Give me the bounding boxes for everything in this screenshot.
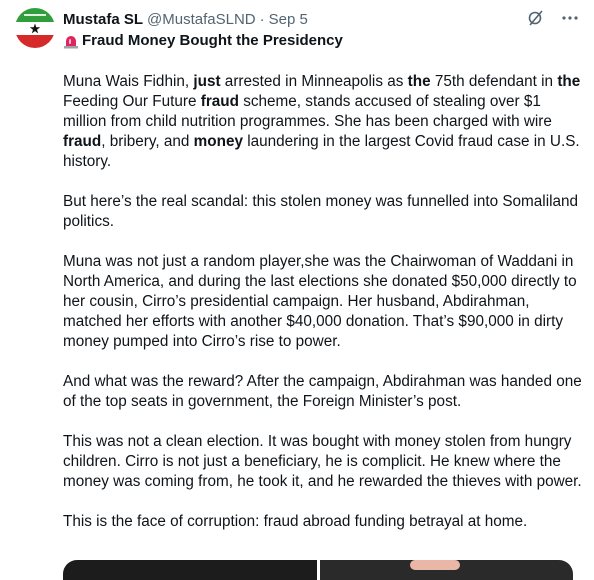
tweet[interactable]: Mustafa SL @MustafaSLND · Sep 5 Fraud Mo… [0, 0, 594, 580]
tweet-paragraph: And what was the reward? After the campa… [63, 372, 583, 412]
bold-text: fraud [200, 93, 239, 110]
text-segment: And what was the reward? After the campa… [63, 373, 582, 410]
author-name[interactable]: Mustafa SL [63, 11, 143, 28]
media-image-left[interactable] [63, 560, 317, 580]
author-handle[interactable]: @MustafaSLND [147, 11, 256, 28]
tweet-header: Mustafa SL @MustafaSLND · Sep 5 [63, 8, 580, 30]
text-segment: But here’s the real scandal: this stolen… [63, 193, 579, 230]
tweet-paragraph: Muna was not just a random player,she wa… [63, 252, 583, 352]
text-segment: , bribery, and [101, 133, 194, 150]
somaliland-flag-avatar [15, 8, 55, 48]
bold-text: fraud [63, 133, 102, 150]
tweet-title-text: Fraud Money Bought the Presidency [82, 32, 343, 49]
header-actions [526, 8, 580, 28]
text-segment: This was not a clean election. It was bo… [63, 433, 582, 490]
text-segment: This is the face of corruption: fraud ab… [63, 513, 528, 530]
more-icon[interactable] [560, 8, 580, 28]
grok-icon[interactable] [526, 8, 546, 28]
bold-text: money [193, 133, 243, 150]
bold-text: just [193, 73, 221, 90]
tweet-body: Muna Wais Fidhin, just arrested in Minne… [63, 72, 583, 552]
tweet-title: Fraud Money Bought the Presidency [63, 32, 343, 49]
siren-icon [63, 33, 79, 49]
media-preview[interactable] [63, 560, 573, 580]
tweet-timestamp[interactable]: Sep 5 [269, 11, 308, 28]
text-segment: Muna was not just a random player,she wa… [63, 253, 577, 350]
tweet-paragraph: This is the face of corruption: fraud ab… [63, 512, 583, 532]
tweet-paragraph: But here’s the real scandal: this stolen… [63, 192, 583, 232]
tweet-paragraph: Muna Wais Fidhin, just arrested in Minne… [63, 72, 583, 172]
avatar[interactable] [15, 8, 55, 48]
text-segment: Feeding Our Future [63, 93, 201, 110]
text-segment: arrested in Minneapolis as [220, 73, 408, 90]
separator-dot: · [259, 10, 265, 28]
text-segment: Muna Wais Fidhin, [63, 73, 194, 90]
media-image-right[interactable] [319, 560, 573, 580]
bold-text: the [557, 73, 581, 90]
bold-text: the [407, 73, 431, 90]
tweet-paragraph: This was not a clean election. It was bo… [63, 432, 583, 492]
text-segment: 75th defendant in [430, 73, 558, 90]
